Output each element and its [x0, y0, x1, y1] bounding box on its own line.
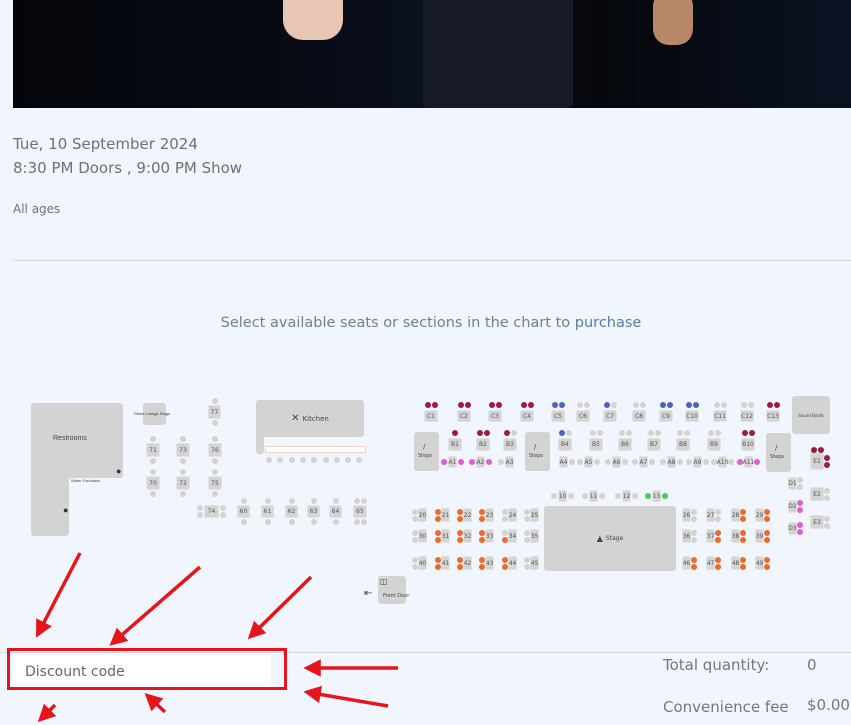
annotation-arrow	[144, 693, 167, 714]
annotation-arrow	[109, 565, 202, 646]
annotation-arrows	[35, 552, 398, 723]
annotation-arrow	[247, 575, 313, 640]
annotation-arrow	[35, 552, 82, 638]
annotation-arrow	[303, 685, 389, 708]
annotation-arrow	[37, 703, 57, 723]
